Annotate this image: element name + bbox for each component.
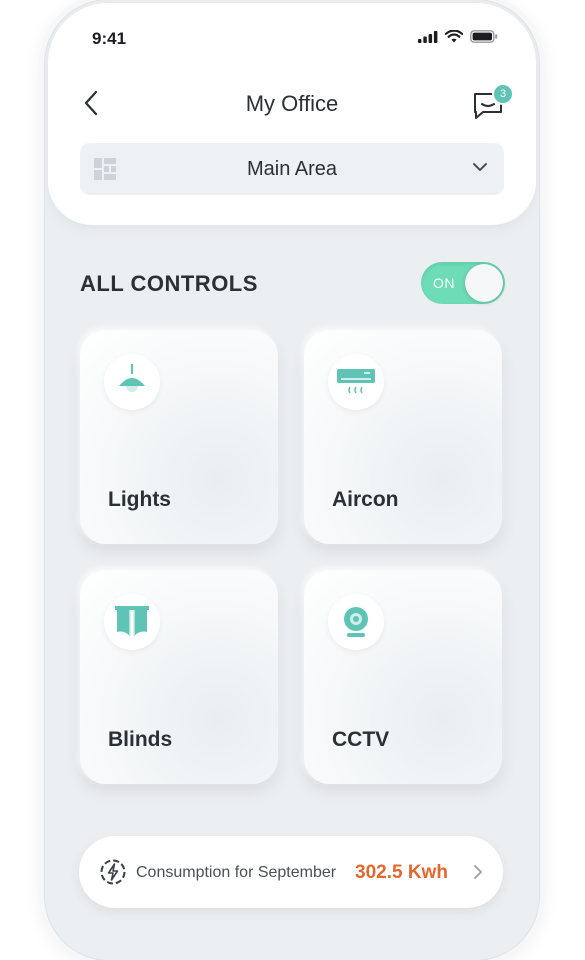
air-conditioner-icon [337,369,375,394]
blinds-icon [115,606,149,636]
consumption-card[interactable]: Consumption for September 302.5 Kwh [79,836,503,908]
consumption-label: Consumption for September [136,864,337,881]
signal-icon [418,30,438,43]
wifi-icon [445,30,463,43]
tile-blinds[interactable]: Blinds [80,570,278,784]
tile-cctv[interactable]: CCTV [304,570,502,784]
section-title: ALL CONTROLS [80,271,258,296]
area-dropdown[interactable]: Main Area [80,143,504,195]
page-title: My Office [245,91,339,116]
chevron-down-icon [473,163,487,171]
phone-frame: 9:41 My Office 3 Main Area ALL CONTROLS … [45,0,539,960]
tile-lights[interactable]: Lights [80,330,278,544]
tile-label: Aircon [332,488,399,511]
pendant-lamp-icon [119,364,145,392]
tile-aircon[interactable]: Aircon [304,330,502,544]
toggle-label: ON [433,275,455,291]
header-card: 9:41 My Office 3 Main Area [48,3,536,225]
all-controls-toggle[interactable]: ON [421,262,505,304]
notification-badge: 3 [492,83,514,105]
tile-label: CCTV [332,728,390,751]
status-time: 9:41 [92,29,127,48]
tile-label: Blinds [108,728,173,751]
icon-circle [104,594,160,650]
consumption-value: 302.5 Kwh [355,862,448,883]
chevron-right-icon [474,865,482,879]
icon-circle [104,354,160,410]
tile-label: Lights [108,488,171,511]
icon-circle [328,594,384,650]
toggle-knob [465,264,503,302]
messages-button[interactable]: 3 [470,83,514,123]
area-selected-label: Main Area [246,158,338,180]
battery-icon [470,30,498,43]
camera-icon [344,607,368,637]
status-icons [418,30,498,43]
energy-icon [100,859,126,885]
icon-circle [328,354,384,410]
